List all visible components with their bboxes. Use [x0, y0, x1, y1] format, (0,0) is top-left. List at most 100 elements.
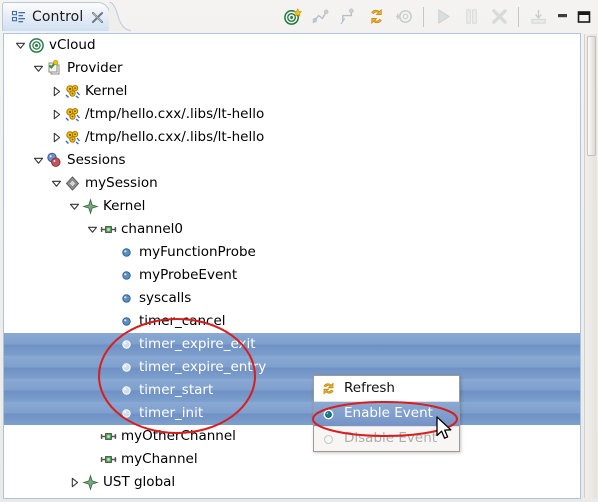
minimize-icon[interactable]	[555, 9, 571, 25]
view-toolbar	[278, 2, 594, 31]
twisty-placeholder	[102, 360, 118, 376]
tree-row-label: timer_expire_exit	[139, 335, 256, 352]
tree-row-label: timer_init	[139, 404, 204, 421]
toolbar-separator-2	[518, 6, 519, 27]
play-icon	[432, 6, 454, 28]
tree-row-timer-expire-entry[interactable]: timer_expire_entry	[4, 356, 580, 379]
close-tab-icon[interactable]	[90, 10, 105, 25]
tab-control[interactable]: Control	[2, 2, 111, 31]
tree-row-label: vCloud	[49, 36, 96, 53]
tree-row-label: timer_expire_entry	[139, 358, 267, 375]
channel-icon	[100, 428, 117, 445]
tree-row-label: /tmp/hello.cxx/.libs/lt-hello	[85, 128, 265, 145]
tree-row-kernel[interactable]: Kernel	[4, 195, 580, 218]
view-menu-icon	[527, 6, 549, 28]
tree-row-myfunctionprobe[interactable]: myFunctionProbe	[4, 241, 580, 264]
connect-icon	[309, 6, 331, 28]
tree-row-label: myFunctionProbe	[139, 243, 256, 260]
tree-row-timer-expire-exit[interactable]: timer_expire_exit	[4, 333, 580, 356]
refresh-icon	[320, 380, 337, 397]
menu-item-disable-event: Disable Event	[314, 426, 459, 451]
pause-icon	[460, 6, 482, 28]
menu-item-refresh[interactable]: Refresh	[314, 376, 459, 401]
tree-row-label: Kernel	[85, 82, 128, 99]
tree-row-label: channel0	[121, 220, 184, 237]
tree-row-sessions[interactable]: Sessions	[4, 149, 580, 172]
tree-row-vcloud[interactable]: vCloud	[4, 34, 580, 57]
kernel-domain-icon	[82, 474, 99, 491]
tree-row-myotherchannel[interactable]: myOtherChannel	[4, 425, 580, 448]
channel-icon	[100, 221, 117, 238]
chevron-right-icon[interactable]	[48, 84, 64, 100]
refresh-icon[interactable]	[365, 6, 387, 28]
tree-row-tmp-hello-cxx-libs-lt-hello[interactable]: /tmp/hello.cxx/.libs/lt-hello	[4, 103, 580, 126]
chevron-down-icon[interactable]	[12, 38, 28, 54]
chevron-right-icon[interactable]	[66, 475, 82, 491]
event-icon	[118, 382, 135, 399]
tree-row-mysession[interactable]: mySession	[4, 172, 580, 195]
control-tree[interactable]: vCloud Provider Kernel/tmp/hello.cxx/.libs…	[3, 33, 581, 499]
control-view-icon	[11, 9, 27, 25]
chevron-down-icon[interactable]	[30, 61, 46, 77]
disabled-dot-icon	[320, 431, 337, 448]
event-icon	[118, 359, 135, 376]
menu-item-label: Refresh	[344, 379, 395, 396]
tree-row-label: Provider	[67, 59, 123, 76]
context-menu[interactable]: Refresh Enable Event Disable Event	[313, 375, 460, 452]
twisty-placeholder	[102, 383, 118, 399]
tree-row-label: UST global	[103, 473, 176, 490]
chevron-down-icon[interactable]	[48, 176, 64, 192]
domain-icon	[64, 83, 81, 100]
chevron-right-icon[interactable]	[48, 107, 64, 123]
tree-row-label: mySession	[85, 174, 158, 191]
menu-item-label: Enable Event	[344, 405, 433, 422]
target-new-icon[interactable]	[281, 6, 303, 28]
twisty-placeholder	[102, 337, 118, 353]
tree-row-ust-global[interactable]: UST global	[4, 471, 580, 494]
tab-tail-decoration	[108, 1, 132, 31]
twisty-placeholder	[102, 268, 118, 284]
tree-row-timer-init[interactable]: timer_init	[4, 402, 580, 425]
session-icon	[64, 175, 81, 192]
tree-row-syscalls[interactable]: syscalls	[4, 287, 580, 310]
chevron-down-icon[interactable]	[30, 153, 46, 169]
tree-row-label: Kernel	[103, 197, 146, 214]
tree-row-label: timer_start	[139, 381, 214, 398]
tree-row-label: myChannel	[121, 450, 198, 467]
tree-row-timer-cancel[interactable]: timer_cancel	[4, 310, 580, 333]
twisty-placeholder	[84, 452, 100, 468]
event-icon	[118, 267, 135, 284]
chevron-down-icon[interactable]	[84, 222, 100, 238]
tree-row-label: syscalls	[139, 289, 192, 306]
tree-row-label: Sessions	[67, 151, 126, 168]
view-tab-bar: Control	[0, 0, 598, 33]
disconnect-icon	[337, 6, 359, 28]
scrollbar-thumb[interactable]	[587, 36, 596, 156]
tab-label: Control	[32, 9, 84, 25]
tree-row-mychannel[interactable]: myChannel	[4, 448, 580, 471]
menu-item-enable-event[interactable]: Enable Event	[314, 401, 459, 426]
control-view-window: Control vCloud Provider Kernel /tmp/hell…	[0, 0, 598, 502]
chevron-right-icon[interactable]	[48, 130, 64, 146]
tree-row-tmp-hello-cxx-libs-lt-hello[interactable]: /tmp/hello.cxx/.libs/lt-hello	[4, 126, 580, 149]
twisty-placeholder	[84, 429, 100, 445]
tree-row-provider[interactable]: Provider	[4, 57, 580, 80]
tree-row-kernel[interactable]: Kernel	[4, 80, 580, 103]
target-node-icon	[28, 37, 45, 54]
tree-row-timer-start[interactable]: timer_start	[4, 379, 580, 402]
twisty-placeholder	[102, 314, 118, 330]
maximize-icon[interactable]	[576, 9, 592, 25]
tree-row-myprobeevent[interactable]: myProbeEvent	[4, 264, 580, 287]
domain-icon	[64, 106, 81, 123]
event-icon	[118, 336, 135, 353]
chevron-down-icon[interactable]	[66, 199, 82, 215]
kernel-domain-icon	[82, 198, 99, 215]
enabled-dot-icon	[320, 406, 337, 423]
twisty-placeholder	[102, 406, 118, 422]
tree-vertical-scrollbar[interactable]	[584, 34, 597, 498]
view-frame: Control vCloud Provider Kernel /tmp/hell…	[0, 0, 598, 502]
channel-icon	[100, 451, 117, 468]
tree-row-label: myProbeEvent	[139, 266, 238, 283]
tree-row-channel0[interactable]: channel0	[4, 218, 580, 241]
stop-x-icon	[488, 6, 510, 28]
